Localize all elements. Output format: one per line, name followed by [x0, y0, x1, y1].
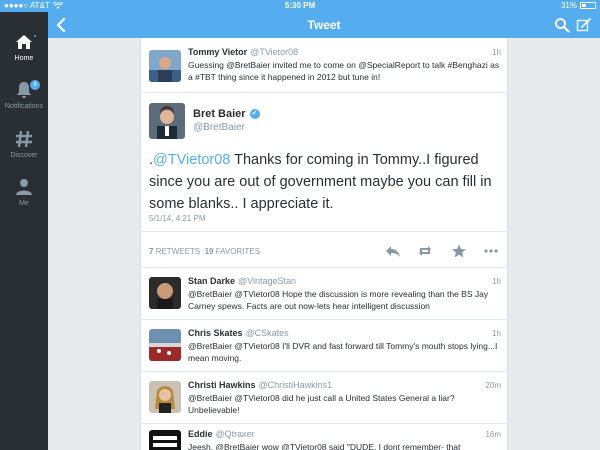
reply-tweet[interactable]: Chris Skates @CSkates 1h @BretBaier @TVie… — [141, 320, 507, 372]
sidebar-item-notifications[interactable]: 4 Notifications — [0, 80, 48, 124]
tweet-time: 20m — [485, 381, 501, 390]
avatar[interactable] — [149, 381, 181, 413]
notification-badge: 4 — [30, 80, 40, 90]
tweet-time: 1h — [492, 329, 501, 338]
author-name: Chris Skates — [188, 328, 243, 338]
tweet-text: @BretBaier @TVietor08 Hope the discussio… — [188, 289, 489, 311]
page-title: Tweet — [307, 18, 341, 32]
battery-percent: 31% — [560, 1, 577, 10]
parent-tweet[interactable]: Tommy Vietor @TVietor08 1h Guessing @Bret… — [141, 38, 507, 93]
sidebar: Home 4 Notifications Discover Me — [0, 12, 48, 450]
reply-tweet[interactable]: Stan Darke @VintageStan 1h @BretBaier @TV… — [141, 268, 507, 320]
tweet-date: 5/1/14, 4:21 PM — [149, 214, 206, 223]
reply-icon[interactable] — [385, 244, 401, 258]
sidebar-item-home[interactable]: Home — [0, 32, 48, 76]
tweet-text: Guessing @BretBaier invited me to come o… — [188, 60, 500, 82]
clock: 5:30 PM — [284, 1, 316, 10]
tweet-time: 1h — [492, 48, 501, 57]
avatar[interactable] — [149, 50, 181, 82]
favorite-count-link[interactable]: 19 FAVORITES — [205, 247, 260, 256]
sidebar-item-me[interactable]: Me — [0, 177, 48, 221]
new-items-dot — [33, 34, 37, 38]
tweet-stats: 7 RETWEETS 19 FAVORITES — [149, 247, 260, 256]
favorite-label: FAVORITES — [215, 247, 261, 256]
sidebar-item-label: Home — [14, 55, 34, 62]
retweet-label: RETWEETS — [155, 247, 201, 256]
nav-bar: Tweet — [48, 12, 600, 38]
reply-tweet[interactable]: Eddie @Qtraxer 16m Jeesh, @BretBaier wow … — [141, 424, 507, 450]
battery-fill — [582, 4, 586, 7]
tweet-author[interactable]: Tommy Vietor @TVietor08 — [188, 47, 298, 57]
author-handle: @ChristiHawkins1 — [258, 380, 333, 390]
verified-icon: ✓ — [249, 109, 260, 119]
retweet-count-link[interactable]: 7 RETWEETS — [149, 247, 200, 256]
retweet-count: 7 — [149, 247, 154, 256]
search-icon[interactable] — [554, 17, 570, 33]
sidebar-item-label: Me — [19, 200, 29, 207]
author-name: Tommy Vietor — [188, 47, 248, 57]
sidebar-item-discover[interactable]: Discover — [0, 129, 48, 173]
sidebar-item-label: Notifications — [4, 103, 44, 110]
author-name: Stan Darke — [188, 276, 236, 286]
tweet-author[interactable]: Bret Baier ✓ — [193, 108, 260, 120]
battery-icon — [580, 2, 596, 9]
more-icon[interactable] — [483, 244, 499, 258]
tweet-text: Jeesh, @BretBaier wow @TVietor08 said "D… — [188, 442, 461, 450]
sidebar-item-label: Discover — [10, 152, 38, 159]
author-handle: @Qtraxer — [215, 429, 255, 439]
author-name: Eddie — [188, 429, 213, 439]
divider — [141, 231, 507, 232]
avatar[interactable] — [149, 329, 181, 361]
avatar[interactable] — [149, 430, 181, 450]
home-icon — [16, 35, 32, 49]
retweet-icon[interactable] — [417, 244, 433, 258]
hashtag-icon — [16, 130, 32, 148]
author-handle: @VintageStan — [238, 276, 297, 286]
tweet-author[interactable]: Eddie @Qtraxer — [188, 429, 255, 439]
author-handle: @TVietor08 — [250, 47, 299, 57]
tweet-detail-panel: Tommy Vietor @TVietor08 1h Guessing @Bret… — [140, 38, 508, 450]
avatar[interactable] — [149, 277, 181, 309]
tweet-author[interactable]: Christi Hawkins @ChristiHawkins1 — [188, 380, 332, 390]
author-name: Christi Hawkins — [188, 380, 256, 390]
tweet-text: @BretBaier @TVietor08 I'll DVR and fast … — [188, 341, 498, 363]
tweet-author[interactable]: Chris Skates @CSkates — [188, 328, 289, 338]
author-name: Bret Baier — [193, 108, 246, 120]
favorite-count: 19 — [204, 247, 214, 256]
reply-tweet[interactable]: Christi Hawkins @ChristiHawkins1 20m @Bre… — [141, 372, 507, 424]
person-icon — [16, 179, 32, 195]
status-bar: ●●●●○ AT&T 5:30 PM 31% — [0, 0, 600, 12]
tweet-author[interactable]: Stan Darke @VintageStan — [188, 276, 296, 286]
favorite-icon[interactable] — [451, 244, 467, 258]
mention-link[interactable]: @TVietor08 — [153, 152, 230, 168]
avatar[interactable] — [149, 103, 185, 139]
tweet-time: 16m — [485, 430, 501, 439]
tweet-text: .@TVietor08 Thanks for coming in Tommy..… — [149, 149, 501, 215]
tweet-text: @BretBaier @TVietor08 did he just call a… — [188, 393, 455, 415]
author-handle: @BretBaier — [193, 122, 245, 133]
author-handle: @CSkates — [245, 328, 289, 338]
compose-icon[interactable] — [576, 17, 592, 33]
tweet-time: 1h — [492, 277, 501, 286]
battery-indicator: 31% — [561, 1, 596, 10]
